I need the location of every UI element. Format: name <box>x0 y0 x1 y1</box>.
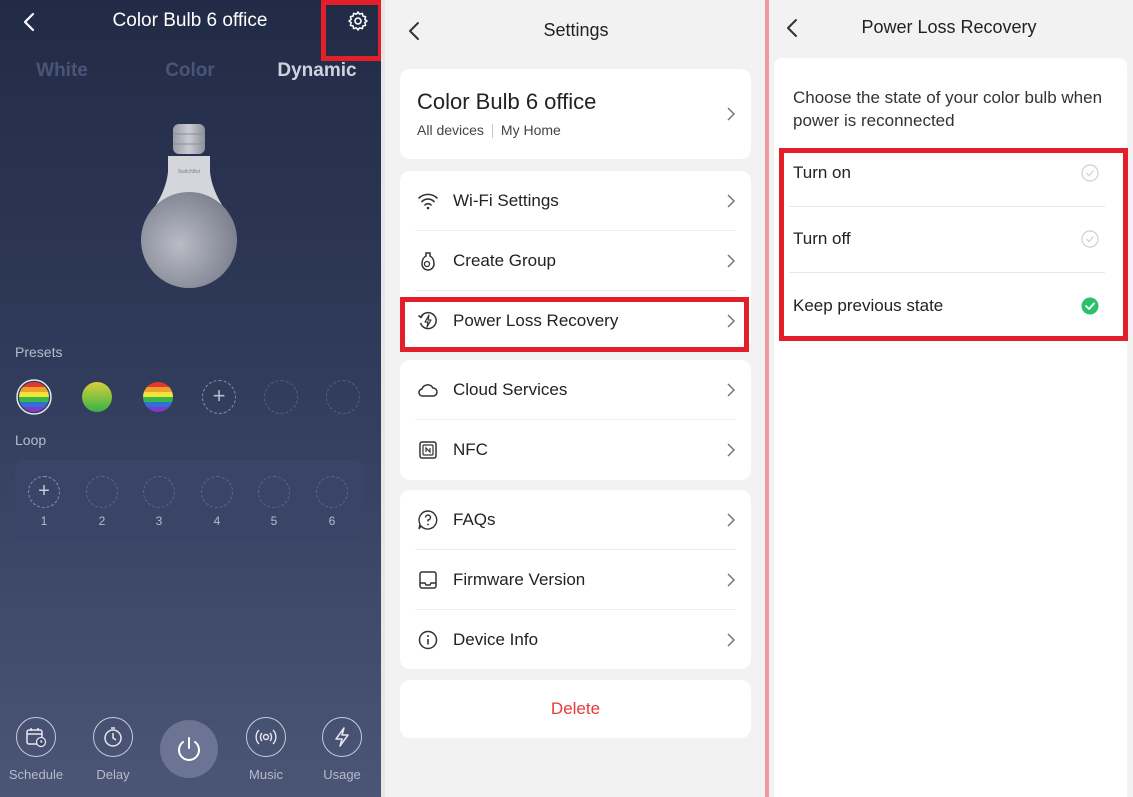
services-card: Cloud Services NFC <box>400 360 751 480</box>
music-button[interactable] <box>246 717 286 757</box>
page-title: Power Loss Recovery <box>861 17 1037 37</box>
loop-number: 4 <box>213 514 221 528</box>
device-title: Color Bulb 6 office <box>112 10 268 31</box>
options-highlight-box <box>779 148 1128 341</box>
delete-card: Delete <box>400 680 751 738</box>
group-bulb-icon <box>421 252 435 271</box>
firmware-icon <box>419 571 437 589</box>
settings-row-label: Wi-Fi Settings <box>453 191 559 210</box>
settings-row-label: Cloud Services <box>453 380 568 399</box>
music-label: Music <box>249 767 283 782</box>
cloud-icon <box>418 384 438 397</box>
calendar-clock-icon <box>26 728 47 748</box>
loop-number: 5 <box>270 514 278 528</box>
bulb-image: SwitchBot <box>141 124 237 288</box>
settings-row-faqs[interactable]: FAQs <box>400 490 751 550</box>
settings-screen: Settings Color Bulb 6 office All devices… <box>381 0 767 797</box>
settings-row-device-info[interactable]: Device Info <box>400 610 751 670</box>
loop-label: Loop <box>15 432 47 448</box>
power-icon <box>178 737 200 761</box>
chevron-right-icon <box>727 573 736 587</box>
timer-icon <box>104 727 122 747</box>
delay-button[interactable] <box>93 717 133 757</box>
tab-dynamic[interactable]: Dynamic <box>257 60 377 82</box>
help-bubble-icon <box>418 510 438 530</box>
power-button[interactable] <box>160 720 218 778</box>
settings-row-label: Firmware Version <box>453 570 586 589</box>
preset-yellow-green[interactable] <box>80 380 114 414</box>
device-group: All devices <box>417 122 484 138</box>
lightning-icon <box>335 727 349 747</box>
add-loop-button[interactable]: + <box>28 476 60 508</box>
power-loss-highlight-box <box>400 297 749 352</box>
settings-row-wifi[interactable]: Wi-Fi Settings <box>400 171 751 231</box>
loop-slot[interactable] <box>316 476 348 508</box>
settings-row-label: NFC <box>453 440 488 459</box>
device-card[interactable]: Color Bulb 6 office All devices My Home <box>400 69 751 159</box>
settings-row-label: Device Info <box>453 630 539 649</box>
loop-slot[interactable] <box>143 476 175 508</box>
usage-button[interactable] <box>322 717 362 757</box>
power-loss-recovery-screen: Power Loss Recovery Choose the state of … <box>769 0 1133 797</box>
empty-preset-slot[interactable] <box>326 380 360 414</box>
support-card: FAQs Firmware Version Device Info <box>400 490 751 669</box>
info-icon <box>418 630 438 650</box>
loop-number: 2 <box>98 514 106 528</box>
tab-color[interactable]: Color <box>130 60 250 82</box>
chevron-right-icon <box>727 443 736 457</box>
device-location: All devices My Home <box>417 122 561 138</box>
loop-slot[interactable] <box>258 476 290 508</box>
loop-panel: + 1 2 3 4 5 6 <box>15 460 364 540</box>
loop-number: 3 <box>155 514 163 528</box>
back-icon[interactable] <box>18 10 42 34</box>
chevron-right-icon <box>727 194 736 208</box>
settings-highlight-box <box>321 0 383 61</box>
mode-tabs: White Color Dynamic <box>0 60 381 86</box>
settings-row-create-group[interactable]: Create Group <box>400 231 751 291</box>
settings-row-cloud-services[interactable]: Cloud Services <box>400 360 751 420</box>
loop-number: 6 <box>328 514 336 528</box>
schedule-label: Schedule <box>8 767 64 782</box>
device-control-screen: Color Bulb 6 office White Color Dynamic <box>0 0 383 797</box>
settings-row-firmware[interactable]: Firmware Version <box>400 550 751 610</box>
settings-row-nfc[interactable]: NFC <box>400 420 751 480</box>
music-waves-icon <box>255 729 277 745</box>
tab-white[interactable]: White <box>2 60 122 82</box>
loop-number: 1 <box>40 514 48 528</box>
device-name: Color Bulb 6 office <box>417 89 597 114</box>
divider <box>491 124 493 138</box>
loop-slot[interactable] <box>201 476 233 508</box>
chevron-right-icon <box>727 254 736 268</box>
chevron-right-icon <box>727 633 736 647</box>
chevron-right-icon <box>727 513 736 527</box>
device-home: My Home <box>500 122 561 138</box>
description-text: Choose the state of your color bulb when… <box>793 88 1103 130</box>
settings-row-label: FAQs <box>453 510 496 529</box>
chevron-right-icon <box>727 383 736 397</box>
empty-preset-slot[interactable] <box>264 380 298 414</box>
loop-slot[interactable] <box>86 476 118 508</box>
settings-row-label: Create Group <box>453 251 556 270</box>
wifi-icon <box>418 193 438 210</box>
schedule-button[interactable] <box>16 717 56 757</box>
presets-label: Presets <box>15 344 63 360</box>
nfc-icon <box>419 441 437 459</box>
preset-rainbow-selected[interactable] <box>16 379 52 415</box>
bulb-brand-text: SwitchBot <box>178 169 201 175</box>
delay-label: Delay <box>96 767 130 782</box>
page-title: Settings <box>543 20 609 40</box>
usage-label: Usage <box>323 767 361 782</box>
preset-rainbow[interactable] <box>141 380 175 414</box>
chevron-right-icon <box>727 107 736 121</box>
add-preset-button[interactable]: + <box>202 380 236 414</box>
app-screens: Color Bulb 6 office White Color Dynamic <box>0 0 1133 797</box>
delete-button[interactable]: Delete <box>400 680 751 738</box>
